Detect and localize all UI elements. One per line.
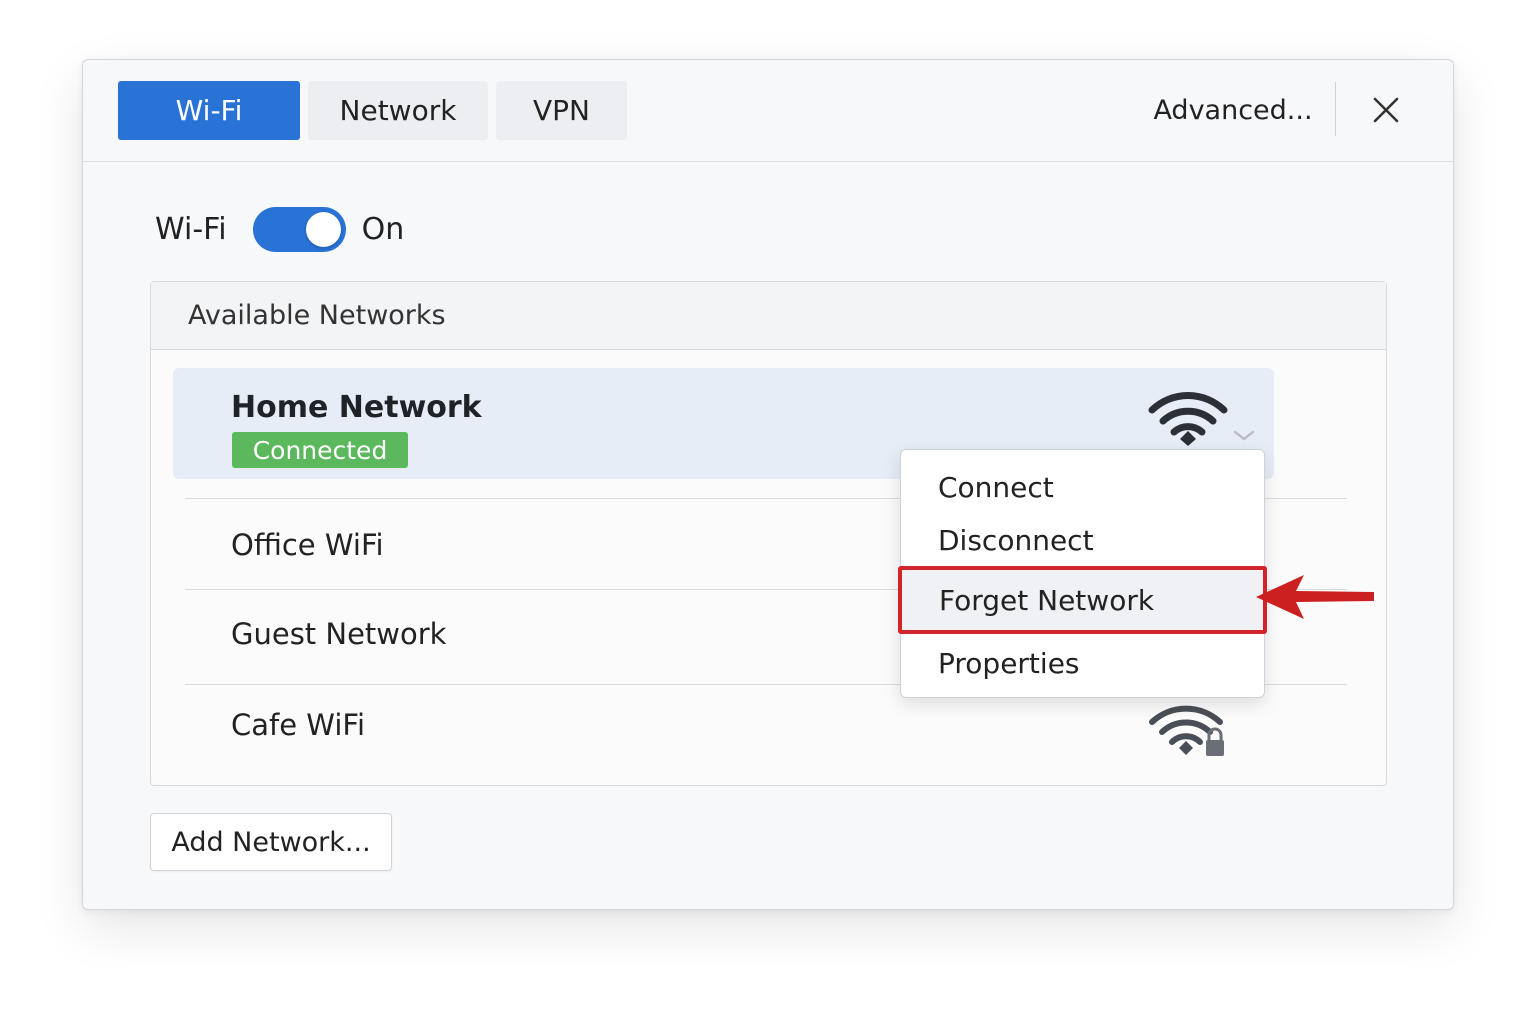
network-name: Home Network [231,390,482,425]
wifi-signal-icon [1148,392,1228,446]
tab-bar: Wi-Fi Network VPN Advanced... [83,60,1453,162]
close-icon [1373,97,1399,123]
tab-wifi[interactable]: Wi-Fi [118,81,300,140]
toggle-knob [305,211,341,247]
add-network-button[interactable]: Add Network... [150,813,392,871]
network-name: Office WiFi [231,528,384,562]
network-row-cafe[interactable]: Cafe WiFi [151,690,1386,770]
menu-item-disconnect[interactable]: Disconnect [901,515,1264,565]
wifi-toggle-row: Wi-Fi On [155,203,404,255]
network-name: Guest Network [231,617,447,651]
chevron-down-icon[interactable] [1231,428,1257,444]
wifi-locked-icon [1149,705,1224,756]
wifi-toggle-switch[interactable] [252,206,346,252]
connected-badge: Connected [232,432,408,468]
callout-arrow-icon [1256,575,1374,619]
close-button[interactable] [1364,88,1408,132]
network-context-menu: Connect Disconnect Forget Network Proper… [898,449,1267,698]
wifi-toggle-state: On [361,211,405,247]
menu-item-properties[interactable]: Properties [901,638,1264,688]
menu-item-forget-network[interactable]: Forget Network [898,566,1267,634]
available-networks-header: Available Networks [151,282,1386,350]
advanced-button[interactable]: Advanced... [1123,81,1343,140]
header-divider [1335,82,1336,136]
tab-vpn[interactable]: VPN [496,81,627,140]
menu-item-connect[interactable]: Connect [901,462,1264,512]
wifi-toggle-label: Wi-Fi [155,211,227,247]
tab-network[interactable]: Network [308,81,488,140]
network-name: Cafe WiFi [231,708,366,742]
